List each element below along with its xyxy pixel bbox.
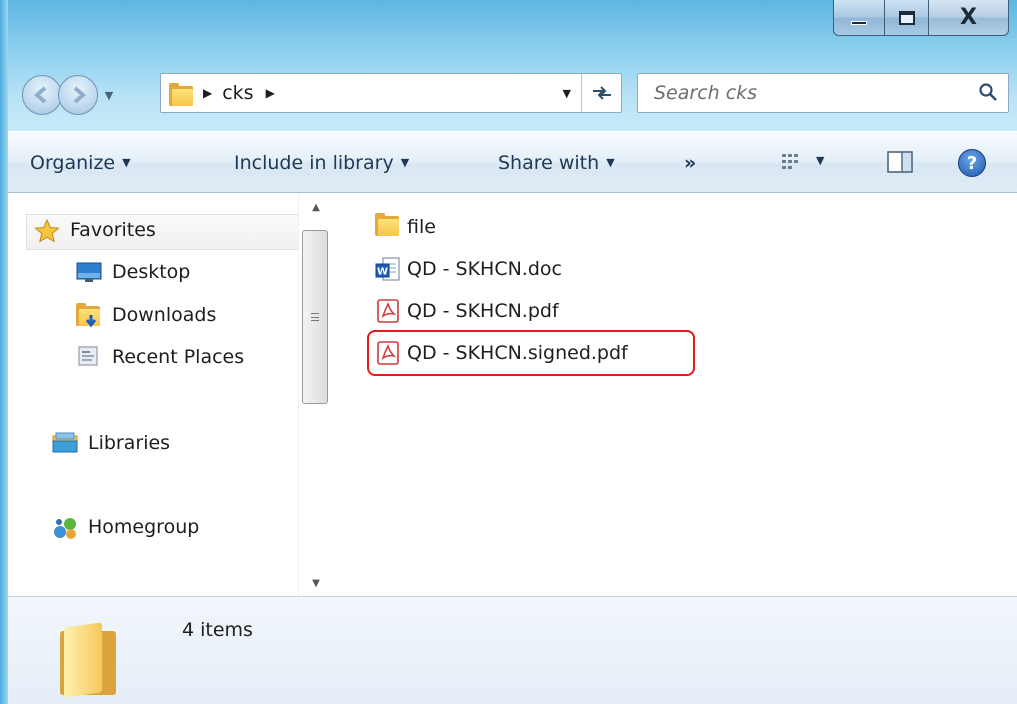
sidebar-item-label: Downloads xyxy=(112,304,217,326)
search-placeholder: Search cks xyxy=(654,82,758,104)
sidebar-item-favorites[interactable]: Favorites xyxy=(34,218,156,243)
share-with-label: Share with xyxy=(498,152,600,174)
chevron-down-icon: ▼ xyxy=(122,156,131,169)
preview-pane-button[interactable] xyxy=(886,150,914,179)
breadcrumb-separator-icon[interactable]: ▶ xyxy=(266,86,275,100)
view-options-icon xyxy=(782,153,798,169)
sidebar-item-recent-places[interactable]: Recent Places xyxy=(76,346,244,368)
downloads-folder-icon xyxy=(76,303,102,328)
details-pane: 4 items xyxy=(8,596,1017,704)
preview-pane-icon xyxy=(887,151,913,173)
sidebar-item-label: Recent Places xyxy=(112,346,245,368)
navigation-pane: Favorites Desktop Downloads Recent Place… xyxy=(8,194,304,596)
sidebar-item-homegroup[interactable]: Homegroup xyxy=(52,516,200,539)
scrollbar-thumb[interactable] xyxy=(302,230,328,404)
back-button[interactable] xyxy=(22,75,62,115)
chevron-down-icon: ▼ xyxy=(400,156,410,169)
organize-button[interactable]: Organize ▼ xyxy=(30,152,131,174)
sidebar-item-label: Favorites xyxy=(70,219,156,241)
navigation-scrollbar[interactable]: ▲ ▼ xyxy=(298,194,332,596)
homegroup-icon xyxy=(52,516,78,539)
list-item[interactable]: QD - SKHCN.signed.pdf xyxy=(375,340,628,366)
refresh-icon xyxy=(592,86,611,100)
chevron-down-icon: ▼ xyxy=(816,154,825,167)
more-commands-button[interactable]: » xyxy=(684,152,696,174)
file-name: QD - SKHCN.pdf xyxy=(407,300,559,322)
star-icon xyxy=(34,218,60,243)
desktop-icon xyxy=(76,261,102,283)
list-item[interactable]: file xyxy=(375,213,436,240)
minimize-button[interactable] xyxy=(833,0,885,36)
grip-icon xyxy=(311,313,319,321)
sidebar-item-label: Homegroup xyxy=(88,516,200,538)
scroll-down-icon[interactable]: ▼ xyxy=(299,578,333,589)
list-item[interactable]: QD - SKHCN.pdf xyxy=(375,298,559,324)
sidebar-item-desktop[interactable]: Desktop xyxy=(76,261,190,283)
forward-button[interactable] xyxy=(58,75,98,115)
chevron-down-icon: ▼ xyxy=(606,156,615,169)
folder-icon xyxy=(375,213,401,240)
help-icon[interactable]: ? xyxy=(958,149,986,177)
folder-icon xyxy=(60,622,120,698)
maximize-button[interactable] xyxy=(885,0,929,36)
breadcrumb-separator-icon[interactable]: ▶ xyxy=(203,86,212,100)
folder-icon xyxy=(169,83,193,106)
file-name: file xyxy=(407,216,436,238)
address-dropdown-icon[interactable]: ▼ xyxy=(563,87,571,100)
scroll-up-icon[interactable]: ▲ xyxy=(299,202,333,213)
close-button[interactable]: X xyxy=(929,0,1009,36)
libraries-icon xyxy=(52,432,78,454)
organize-label: Organize xyxy=(30,152,116,174)
include-in-library-label: Include in library xyxy=(234,152,394,174)
sidebar-item-downloads[interactable]: Downloads xyxy=(76,303,217,328)
breadcrumb-cks[interactable]: cks xyxy=(222,82,253,104)
file-name: QD - SKHCN.doc xyxy=(407,258,562,280)
pdf-icon xyxy=(375,298,401,324)
sidebar-item-label: Desktop xyxy=(112,261,191,283)
maximize-icon xyxy=(898,10,915,25)
recent-pages-dropdown[interactable]: ▼ xyxy=(102,89,116,102)
close-icon: X xyxy=(960,5,977,30)
window-border xyxy=(0,0,8,704)
item-count: 4 items xyxy=(182,619,253,641)
caption-buttons: X xyxy=(833,0,1009,36)
command-bar: Organize ▼ Include in library ▼ Share with… xyxy=(8,131,1017,193)
address-bar[interactable]: ▶ cks ▶ ▼ xyxy=(160,73,622,113)
share-with-button[interactable]: Share with ▼ xyxy=(498,152,615,174)
file-name: QD - SKHCN.signed.pdf xyxy=(407,342,628,364)
recent-places-icon xyxy=(76,346,102,368)
back-arrow-icon xyxy=(33,86,47,104)
include-in-library-button[interactable]: Include in library ▼ xyxy=(234,152,409,174)
file-list: file W QD - SKHCN.doc QD - SKHCN.pdf QD … xyxy=(333,194,1017,596)
pdf-icon xyxy=(375,340,401,366)
search-input[interactable]: Search cks xyxy=(637,73,1009,113)
search-icon[interactable] xyxy=(978,82,998,102)
nav-buttons: ▼ xyxy=(22,72,116,118)
forward-arrow-icon xyxy=(73,86,87,104)
change-view-button[interactable]: ▼ xyxy=(780,150,824,173)
minimize-icon xyxy=(851,20,867,25)
sidebar-item-label: Libraries xyxy=(88,432,171,454)
word-document-icon: W xyxy=(375,256,401,282)
refresh-button[interactable] xyxy=(581,74,621,112)
svg-text:W: W xyxy=(377,267,388,278)
list-item[interactable]: W QD - SKHCN.doc xyxy=(375,256,562,282)
sidebar-item-libraries[interactable]: Libraries xyxy=(52,432,170,454)
